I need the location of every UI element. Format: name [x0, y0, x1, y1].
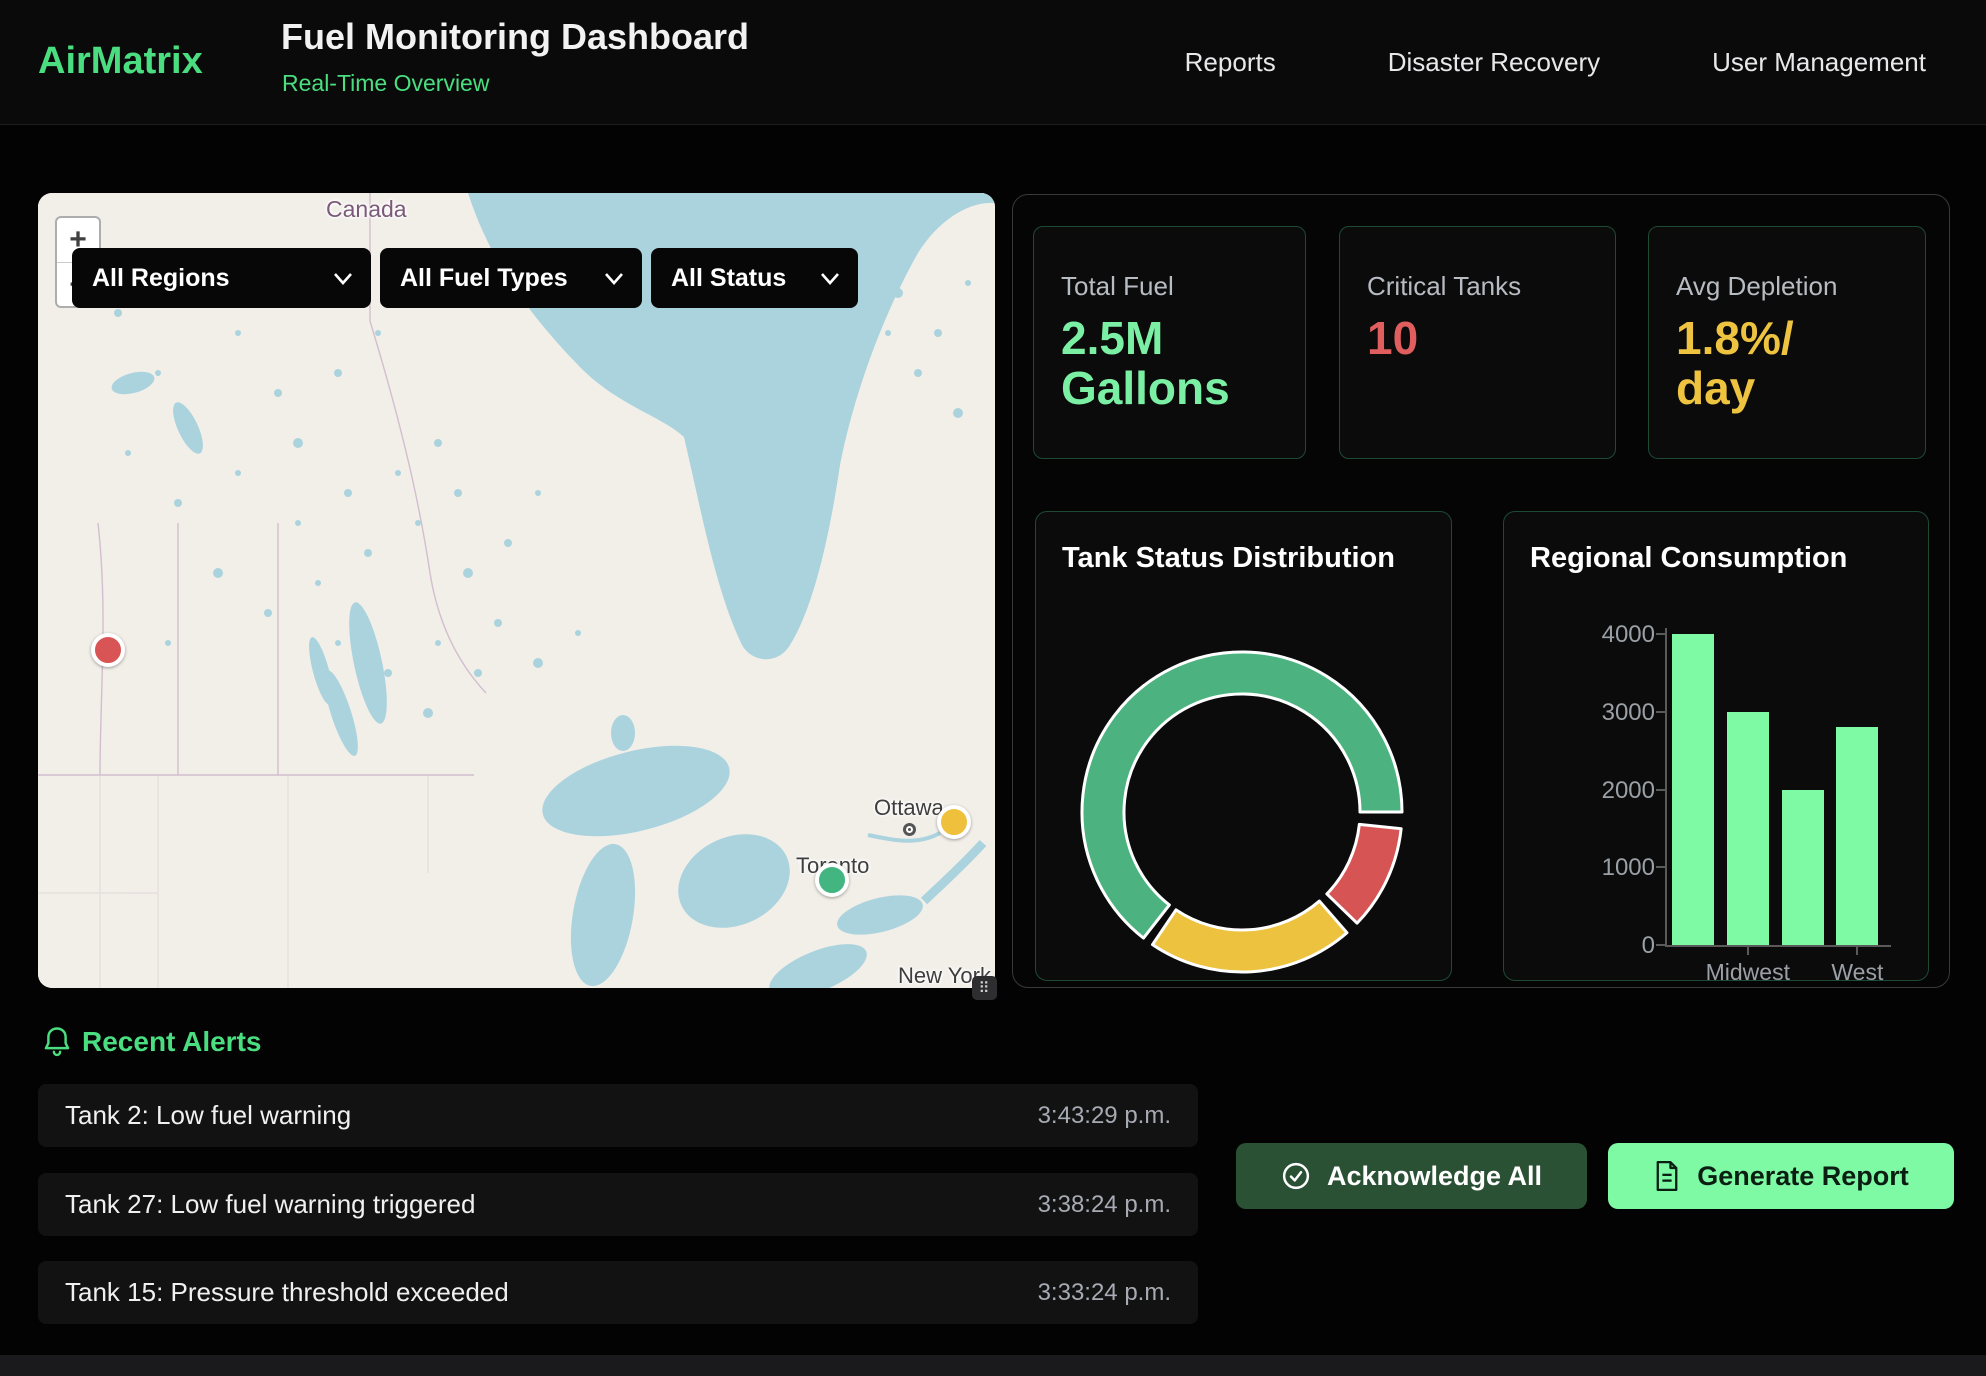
- alert-message: Tank 15: Pressure threshold exceeded: [65, 1277, 509, 1308]
- region-filter-select[interactable]: All Regions: [72, 248, 371, 308]
- map-label-ottawa: Ottawa: [874, 795, 944, 821]
- y-axis-tick-label: 1000: [1565, 854, 1655, 882]
- y-axis-tick: [1656, 866, 1665, 868]
- status-filter-select[interactable]: All Status: [651, 248, 858, 308]
- page-subtitle: Real-Time Overview: [282, 70, 489, 97]
- stat-label: Avg Depletion: [1676, 271, 1925, 302]
- stat-card-critical-tanks: Critical Tanks 10: [1339, 226, 1616, 459]
- app-header: AirMatrix Fuel Monitoring Dashboard Real…: [0, 0, 1986, 125]
- tank-status-chart-card: Tank Status Distribution: [1035, 511, 1452, 981]
- y-axis-tick: [1656, 633, 1665, 635]
- map-filter-bar: All Regions All Fuel Types All Status: [72, 248, 858, 308]
- chevron-down-icon: [604, 272, 624, 285]
- y-axis-tick: [1656, 944, 1665, 946]
- alert-message: Tank 2: Low fuel warning: [65, 1100, 351, 1131]
- check-circle-icon: [1281, 1161, 1311, 1191]
- donut-segment-critical: [1327, 824, 1401, 923]
- map-resize-handle[interactable]: ⠿: [972, 976, 997, 1000]
- overview-panel: Total Fuel 2.5M Gallons Critical Tanks 1…: [1012, 194, 1950, 988]
- alert-timestamp: 3:33:24 p.m.: [1038, 1279, 1171, 1307]
- x-axis-tick: [1747, 947, 1749, 955]
- map-marker-operational[interactable]: [815, 863, 849, 897]
- alert-timestamp: 3:38:24 p.m.: [1038, 1191, 1171, 1219]
- alert-list-item[interactable]: Tank 27: Low fuel warning triggered 3:38…: [38, 1173, 1198, 1236]
- nav-item-reports[interactable]: Reports: [1185, 47, 1276, 78]
- bar-chart-y-axis: [1665, 628, 1667, 947]
- stat-card-avg-depletion: Avg Depletion 1.8%/ day: [1648, 226, 1926, 459]
- y-axis-tick: [1656, 711, 1665, 713]
- stat-value-total-fuel: 2.5M Gallons: [1061, 314, 1305, 413]
- fuel-map[interactable]: Canada Ottawa Toronto New York + − All R…: [38, 193, 995, 988]
- acknowledge-all-button[interactable]: Acknowledge All: [1236, 1143, 1587, 1209]
- alert-timestamp: 3:43:29 p.m.: [1038, 1102, 1171, 1130]
- bell-icon: [42, 1026, 72, 1058]
- y-axis-tick: [1656, 789, 1665, 791]
- ottawa-town-icon: [903, 823, 916, 836]
- acknowledge-all-label: Acknowledge All: [1327, 1161, 1542, 1192]
- donut-segment-warning: [1153, 901, 1347, 972]
- bar-region-3: [1836, 727, 1878, 945]
- alert-list-item[interactable]: Tank 2: Low fuel warning 3:43:29 p.m.: [38, 1084, 1198, 1147]
- nav-item-disaster-recovery[interactable]: Disaster Recovery: [1388, 47, 1600, 78]
- y-axis-tick-label: 2000: [1565, 777, 1655, 805]
- alert-message: Tank 27: Low fuel warning triggered: [65, 1189, 475, 1220]
- bar-region-2: [1782, 790, 1824, 946]
- x-axis-tick-label: West: [1777, 959, 1937, 986]
- regional-consumption-chart-card: Regional Consumption 01000200030004000Mi…: [1503, 511, 1929, 981]
- page-title: Fuel Monitoring Dashboard: [281, 16, 749, 58]
- stat-label: Critical Tanks: [1367, 271, 1615, 302]
- app-logo: AirMatrix: [38, 40, 203, 83]
- nav-item-user-management[interactable]: User Management: [1712, 47, 1926, 78]
- generate-report-button[interactable]: Generate Report: [1608, 1143, 1954, 1209]
- top-nav: Reports Disaster Recovery User Managemen…: [1185, 0, 1926, 125]
- bar-chart-title: Regional Consumption: [1530, 542, 1847, 575]
- bar-region-0: [1672, 634, 1714, 945]
- stat-card-total-fuel: Total Fuel 2.5M Gallons: [1033, 226, 1306, 459]
- fuel-type-filter-select[interactable]: All Fuel Types: [380, 248, 642, 308]
- map-marker-critical[interactable]: [91, 633, 125, 667]
- generate-report-label: Generate Report: [1697, 1161, 1909, 1192]
- recent-alerts-title: Recent Alerts: [82, 1026, 261, 1058]
- map-label-canada: Canada: [326, 196, 407, 223]
- alert-list-item[interactable]: Tank 15: Pressure threshold exceeded 3:3…: [38, 1261, 1198, 1324]
- tank-status-donut-chart: [1036, 512, 1453, 982]
- stat-value-avg-depletion: 1.8%/ day: [1676, 314, 1925, 413]
- y-axis-tick-label: 0: [1565, 932, 1655, 960]
- region-filter-value: All Regions: [92, 264, 230, 293]
- status-filter-value: All Status: [671, 264, 786, 293]
- y-axis-tick-label: 4000: [1565, 621, 1655, 649]
- x-axis-tick: [1856, 947, 1858, 955]
- y-axis-tick-label: 3000: [1565, 699, 1655, 727]
- fuel-type-filter-value: All Fuel Types: [400, 264, 568, 293]
- stat-value-critical-tanks: 10: [1367, 314, 1615, 364]
- document-icon: [1653, 1161, 1681, 1191]
- bar-region-1: [1727, 712, 1769, 945]
- chevron-down-icon: [333, 272, 353, 285]
- stat-label: Total Fuel: [1061, 271, 1305, 302]
- chevron-down-icon: [820, 272, 840, 285]
- map-marker-warning[interactable]: [937, 805, 971, 839]
- bottom-bar: [0, 1355, 1986, 1376]
